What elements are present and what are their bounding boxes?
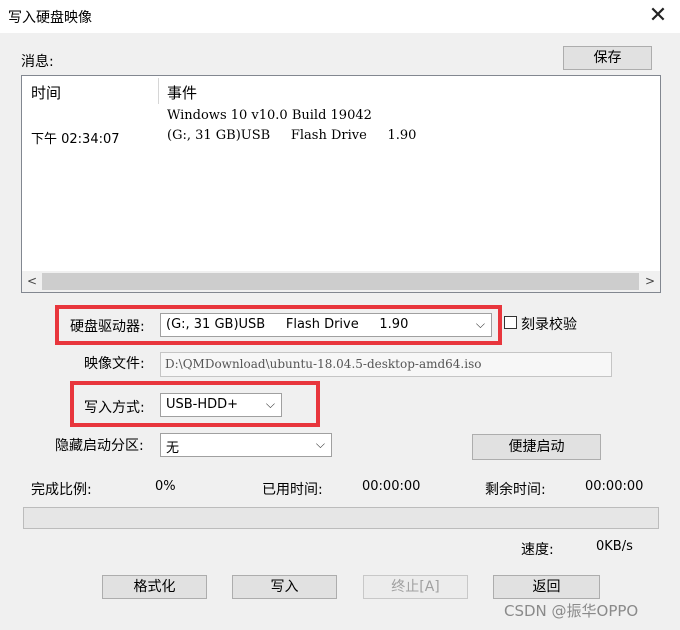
elapsed-value: 00:00:00 (362, 479, 421, 494)
log-row-event: Windows 10 v10.0 Build 19042 (167, 108, 372, 123)
hidden-partition-value: 无 (166, 441, 180, 456)
quick-boot-button[interactable]: 便捷启动 (472, 434, 601, 460)
verify-label: 刻录校验 (521, 317, 577, 333)
write-method-select[interactable]: USB-HDD+ ⌵ (160, 393, 282, 417)
hidden-partition-select[interactable]: 无 ⌵ (160, 433, 332, 457)
format-button[interactable]: 格式化 (102, 575, 207, 599)
complete-label: 完成比例: (31, 482, 92, 498)
save-button[interactable]: 保存 (563, 46, 652, 70)
messages-label: 消息: (21, 54, 54, 70)
abort-button[interactable]: 终止[A] (363, 575, 468, 599)
progress-bar (23, 507, 659, 529)
scrollbar-thumb[interactable] (42, 273, 639, 290)
image-file-label: 映像文件: (84, 356, 145, 372)
verify-checkbox[interactable] (504, 316, 517, 329)
scroll-left-icon[interactable]: < (25, 272, 39, 290)
drive-select-value: (G:, 31 GB)USB Flash Drive 1.90 (166, 317, 409, 332)
write-method-value: USB-HDD+ (166, 397, 239, 412)
chevron-down-icon: ⌵ (265, 397, 275, 411)
speed-label: 速度: (521, 542, 554, 558)
log-row-time: 下午 02:34:07 (31, 132, 120, 147)
csdn-watermark: CSDN @振华OPPO (504, 602, 639, 620)
hidden-partition-label: 隐藏启动分区: (55, 438, 144, 454)
back-button[interactable]: 返回 (493, 575, 600, 599)
column-header-event[interactable]: 事件 (167, 82, 197, 103)
write-method-label: 写入方式: (84, 400, 145, 416)
image-file-field[interactable]: D:\QMDownload\ubuntu-18.04.5-desktop-amd… (160, 352, 612, 377)
remaining-label: 剩余时间: (485, 482, 546, 498)
column-header-time[interactable]: 时间 (31, 82, 61, 103)
drive-label: 硬盘驱动器: (70, 319, 145, 335)
remaining-value: 00:00:00 (585, 479, 644, 494)
drive-select[interactable]: (G:, 31 GB)USB Flash Drive 1.90 ⌵ (160, 313, 492, 337)
scroll-right-icon[interactable]: > (643, 272, 657, 290)
log-row-event: (G:, 31 GB)USB Flash Drive 1.90 (167, 128, 417, 143)
image-file-path: D:\QMDownload\ubuntu-18.04.5-desktop-amd… (165, 357, 482, 371)
chevron-down-icon: ⌵ (475, 317, 485, 331)
chevron-down-icon: ⌵ (315, 437, 325, 451)
speed-value: 0KB/s (596, 539, 633, 554)
column-divider[interactable] (158, 78, 159, 104)
title-bar (0, 0, 680, 33)
window-title: 写入硬盘映像 (8, 10, 92, 26)
complete-value: 0% (155, 479, 176, 494)
write-button[interactable]: 写入 (232, 575, 337, 599)
elapsed-label: 已用时间: (262, 482, 323, 498)
close-icon[interactable]: ✕ (646, 2, 670, 30)
